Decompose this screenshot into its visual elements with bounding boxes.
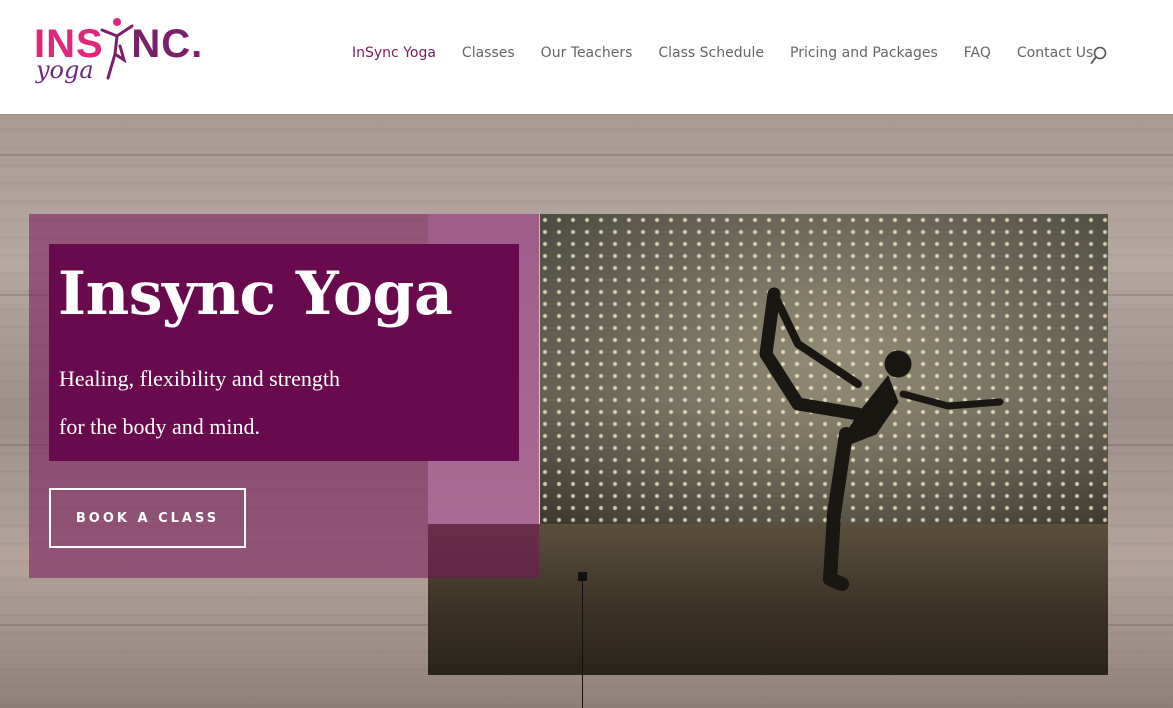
- wood-grain-line: [0, 154, 1173, 156]
- nav-item-faq[interactable]: FAQ: [964, 45, 991, 61]
- site-logo[interactable]: INSYNC. yoga: [34, 16, 209, 96]
- site-header: INSYNC. yoga InSync Yoga Classes Our Tea…: [0, 0, 1173, 114]
- hero-title: Insync Yoga: [58, 259, 453, 329]
- nav-item-class-schedule[interactable]: Class Schedule: [658, 45, 764, 61]
- section-divider-line: [582, 580, 583, 708]
- logo-subtext: yoga: [36, 56, 94, 84]
- book-a-class-button[interactable]: BOOK A CLASS: [49, 488, 246, 548]
- nav-item-classes[interactable]: Classes: [462, 45, 515, 61]
- hero-tagline-line1: Healing, flexibility and strength: [59, 366, 341, 391]
- nav-item-pricing-and-packages[interactable]: Pricing and Packages: [790, 45, 938, 61]
- hero-tagline-line2: for the body and mind.: [59, 414, 261, 439]
- yoga-silhouette-icon: [759, 287, 1004, 591]
- dancer-figure-icon: [100, 18, 134, 80]
- nav-item-our-teachers[interactable]: Our Teachers: [541, 45, 633, 61]
- search-icon[interactable]: [1090, 46, 1108, 66]
- hero-section: Insync Yoga Healing, flexibility and str…: [0, 114, 1173, 708]
- nav-item-insync-yoga[interactable]: InSync Yoga: [352, 45, 436, 61]
- main-nav: InSync Yoga Classes Our Teachers Class S…: [352, 45, 1119, 61]
- nav-item-contact-us[interactable]: Contact Us: [1017, 45, 1093, 61]
